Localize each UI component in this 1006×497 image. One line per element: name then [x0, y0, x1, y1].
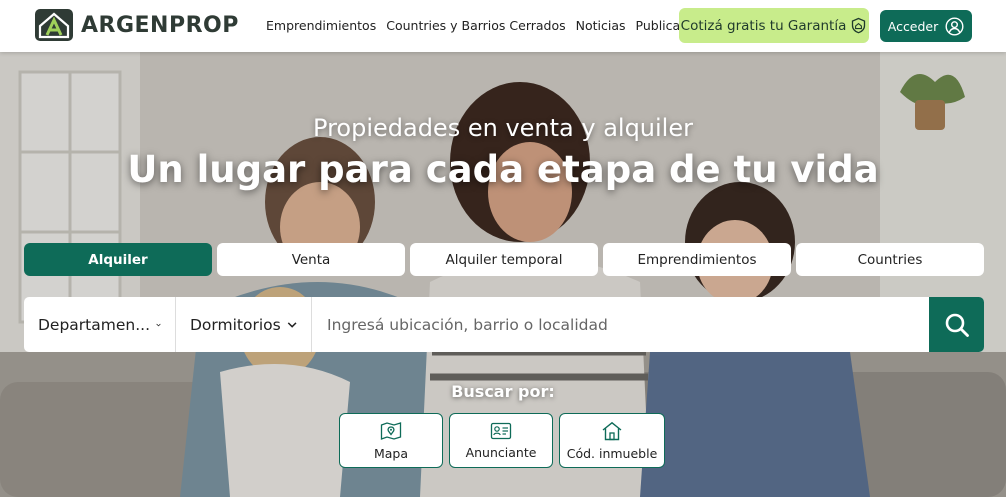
chevron-down-icon	[156, 323, 161, 326]
shield-house-icon	[852, 17, 866, 34]
code-label: Cód. inmueble	[566, 445, 658, 461]
tab-countries[interactable]: Countries	[796, 243, 984, 276]
search-by-options: Mapa Anunciante Cód. inmueble	[339, 413, 665, 468]
search-bar: Departamen... Dormitorios	[24, 297, 984, 352]
hero-section: Propiedades en venta y alquiler Un lugar…	[0, 52, 1006, 497]
tab-alquiler[interactable]: Alquiler	[24, 243, 212, 276]
hero-subtitle: Propiedades en venta y alquiler	[313, 114, 693, 142]
house-a-icon	[35, 9, 73, 41]
search-by-code-button[interactable]: Cód. inmueble	[559, 413, 665, 468]
user-circle-icon	[945, 16, 964, 36]
brand-logo[interactable]: ARGENPROP	[35, 9, 239, 41]
garantia-label: Cotizá gratis tu Garantía	[680, 17, 847, 34]
search-by-advertiser-button[interactable]: Anunciante	[449, 413, 553, 468]
main-nav: Emprendimientos Countries y Barrios Cerr…	[266, 18, 685, 33]
property-type-value: Departamen...	[38, 315, 150, 334]
nav-emprendimientos[interactable]: Emprendimientos	[266, 18, 376, 33]
location-search-input[interactable]	[312, 297, 929, 352]
tab-venta[interactable]: Venta	[217, 243, 405, 276]
garantia-button[interactable]: Cotizá gratis tu Garantía	[679, 8, 869, 43]
search-button[interactable]	[929, 297, 984, 352]
bedrooms-value: Dormitorios	[190, 315, 281, 334]
id-card-icon	[490, 422, 512, 439]
advertiser-label: Anunciante	[465, 444, 537, 460]
tab-emprendimientos[interactable]: Emprendimientos	[603, 243, 791, 276]
map-label: Mapa	[373, 445, 409, 461]
nav-publicar[interactable]: Publicar	[636, 18, 686, 33]
hero-title: Un lugar para cada etapa de tu vida	[127, 148, 879, 191]
property-type-select[interactable]: Departamen...	[24, 297, 176, 352]
map-pin-icon	[380, 421, 402, 440]
chevron-down-icon	[287, 321, 297, 328]
search-by-map-button[interactable]: Mapa	[339, 413, 443, 468]
top-header: ARGENPROP Emprendimientos Countries y Ba…	[0, 0, 1006, 52]
nav-noticias[interactable]: Noticias	[576, 18, 626, 33]
nav-countries[interactable]: Countries y Barrios Cerrados	[386, 18, 565, 33]
home-icon	[602, 421, 622, 440]
tab-alquiler-temporal[interactable]: Alquiler temporal	[410, 243, 598, 276]
operation-tabs: Alquiler Venta Alquiler temporal Emprend…	[24, 243, 984, 276]
buscar-por-label: Buscar por:	[451, 382, 555, 401]
login-button[interactable]: Acceder	[880, 10, 972, 42]
search-icon	[945, 313, 969, 337]
brand-name: ARGENPROP	[81, 12, 239, 38]
bedrooms-select[interactable]: Dormitorios	[176, 297, 312, 352]
login-label: Acceder	[887, 18, 939, 34]
